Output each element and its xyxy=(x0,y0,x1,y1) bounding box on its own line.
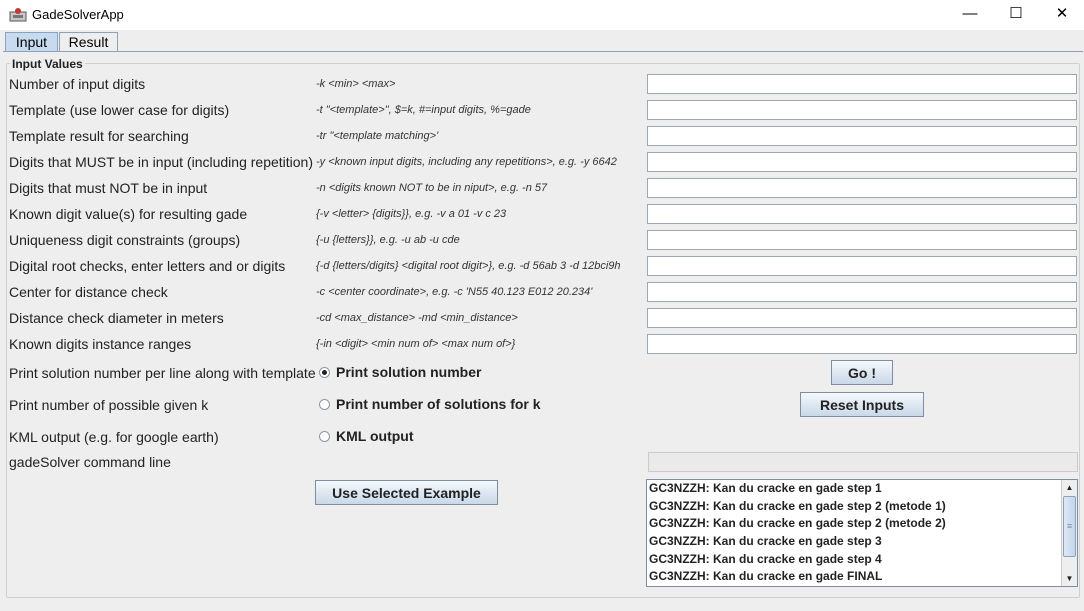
close-button[interactable]: ✕ xyxy=(1039,0,1084,30)
group-title: Input Values xyxy=(10,57,85,71)
field-input[interactable] xyxy=(647,178,1077,198)
field-label: Digital root checks, enter letters and o… xyxy=(9,258,286,274)
option-label: Print solution number per line along wit… xyxy=(9,365,316,381)
field-label: Digits that MUST be in input (including … xyxy=(9,154,314,170)
radio-circle-icon[interactable] xyxy=(319,367,330,378)
radio-circle-icon[interactable] xyxy=(319,399,330,410)
command-line-label: gadeSolver command line xyxy=(9,454,171,470)
list-item[interactable]: GC3NZZH: Kan du cracke en gade step 3 xyxy=(647,533,1077,551)
radio-circle-icon[interactable] xyxy=(319,431,330,442)
list-item[interactable]: GC3NZZH: Kan du cracke en gade step 4 xyxy=(647,551,1077,569)
field-input[interactable] xyxy=(647,204,1077,224)
radio-label: Print solution number xyxy=(336,364,482,380)
field-input[interactable] xyxy=(647,152,1077,172)
option-label: Print number of possible given k xyxy=(9,397,209,413)
tab-input[interactable]: Input xyxy=(5,32,58,52)
field-hint: {-v <letter> {digits}}, e.g. -v a 01 -v … xyxy=(316,208,507,220)
title-bar: GadeSolverApp — ☐ ✕ xyxy=(0,0,1084,30)
field-label: Digits that must NOT be in input xyxy=(9,180,208,196)
field-hint: -y <known input digits, including any re… xyxy=(316,156,617,168)
option-radio[interactable]: KML output xyxy=(319,428,414,444)
field-hint: -cd <max_distance> -md <min_distance> xyxy=(316,312,518,324)
list-item[interactable]: GC3NZZH: Kan du cracke en gade step 1 xyxy=(647,480,1077,498)
field-label: Template (use lower case for digits) xyxy=(9,102,230,118)
tab-result[interactable]: Result xyxy=(59,32,118,52)
field-input[interactable] xyxy=(647,256,1077,276)
field-hint: -t "<template>", $=k, #=input digits, %=… xyxy=(316,104,531,116)
field-input[interactable] xyxy=(647,100,1077,120)
option-radio[interactable]: Print number of solutions for k xyxy=(319,396,541,412)
command-line-field[interactable] xyxy=(648,452,1078,472)
examples-list[interactable]: GC3NZZH: Kan du cracke en gade step 1 GC3… xyxy=(646,479,1078,587)
field-input[interactable] xyxy=(647,308,1077,328)
go-button[interactable]: Go ! xyxy=(831,360,893,385)
maximize-button[interactable]: ☐ xyxy=(993,0,1039,30)
field-hint: {-in <digit> <min num of> <max num of>} xyxy=(316,338,516,350)
radio-label: KML output xyxy=(336,428,414,444)
scroll-thumb[interactable]: ≡ xyxy=(1063,496,1076,557)
field-input[interactable] xyxy=(647,74,1077,94)
list-item[interactable]: GC3NZZH: Kan du cracke en gade step 2 (m… xyxy=(647,498,1077,516)
reset-inputs-button[interactable]: Reset Inputs xyxy=(800,392,924,417)
minimize-button[interactable]: — xyxy=(947,0,993,30)
field-input[interactable] xyxy=(647,230,1077,250)
field-hint: -c <center coordinate>, e.g. -c 'N55 40.… xyxy=(316,286,593,298)
option-radio[interactable]: Print solution number xyxy=(319,364,481,380)
field-label: Known digits instance ranges xyxy=(9,336,192,352)
field-input[interactable] xyxy=(647,282,1077,302)
field-hint: -n <digits known NOT to be in niput>, e.… xyxy=(316,182,548,194)
field-label: Uniqueness digit constraints (groups) xyxy=(9,232,241,248)
window-title: GadeSolverApp xyxy=(32,7,124,22)
option-label: KML output (e.g. for google earth) xyxy=(9,429,219,445)
field-input[interactable] xyxy=(647,126,1077,146)
java-app-icon xyxy=(9,8,27,22)
use-selected-example-button[interactable]: Use Selected Example xyxy=(315,480,498,505)
field-label: Center for distance check xyxy=(9,284,168,300)
field-label: Number of input digits xyxy=(9,76,146,92)
field-label: Template result for searching xyxy=(9,128,189,144)
scroll-up-icon[interactable]: ▲ xyxy=(1062,480,1077,495)
field-label: Known digit value(s) for resulting gade xyxy=(9,206,248,222)
field-hint: {-d {letters/digits} <digital root digit… xyxy=(316,260,622,272)
field-input[interactable] xyxy=(647,334,1077,354)
field-hint: -tr "<template matching>' xyxy=(316,130,439,142)
scrollbar[interactable]: ▲ ≡ ▼ xyxy=(1061,480,1077,586)
list-item[interactable]: GC3NZZH: Kan du cracke en gade FINAL xyxy=(647,568,1077,586)
radio-label: Print number of solutions for k xyxy=(336,396,541,412)
field-label: Distance check diameter in meters xyxy=(9,310,224,326)
field-hint: -k <min> <max> xyxy=(316,78,396,90)
scroll-down-icon[interactable]: ▼ xyxy=(1062,571,1077,586)
field-hint: {-u {letters}}, e.g. -u ab -u cde xyxy=(316,234,460,246)
list-item[interactable]: GC3NZZH: Kan du cracke en gade step 2 (m… xyxy=(647,515,1077,533)
